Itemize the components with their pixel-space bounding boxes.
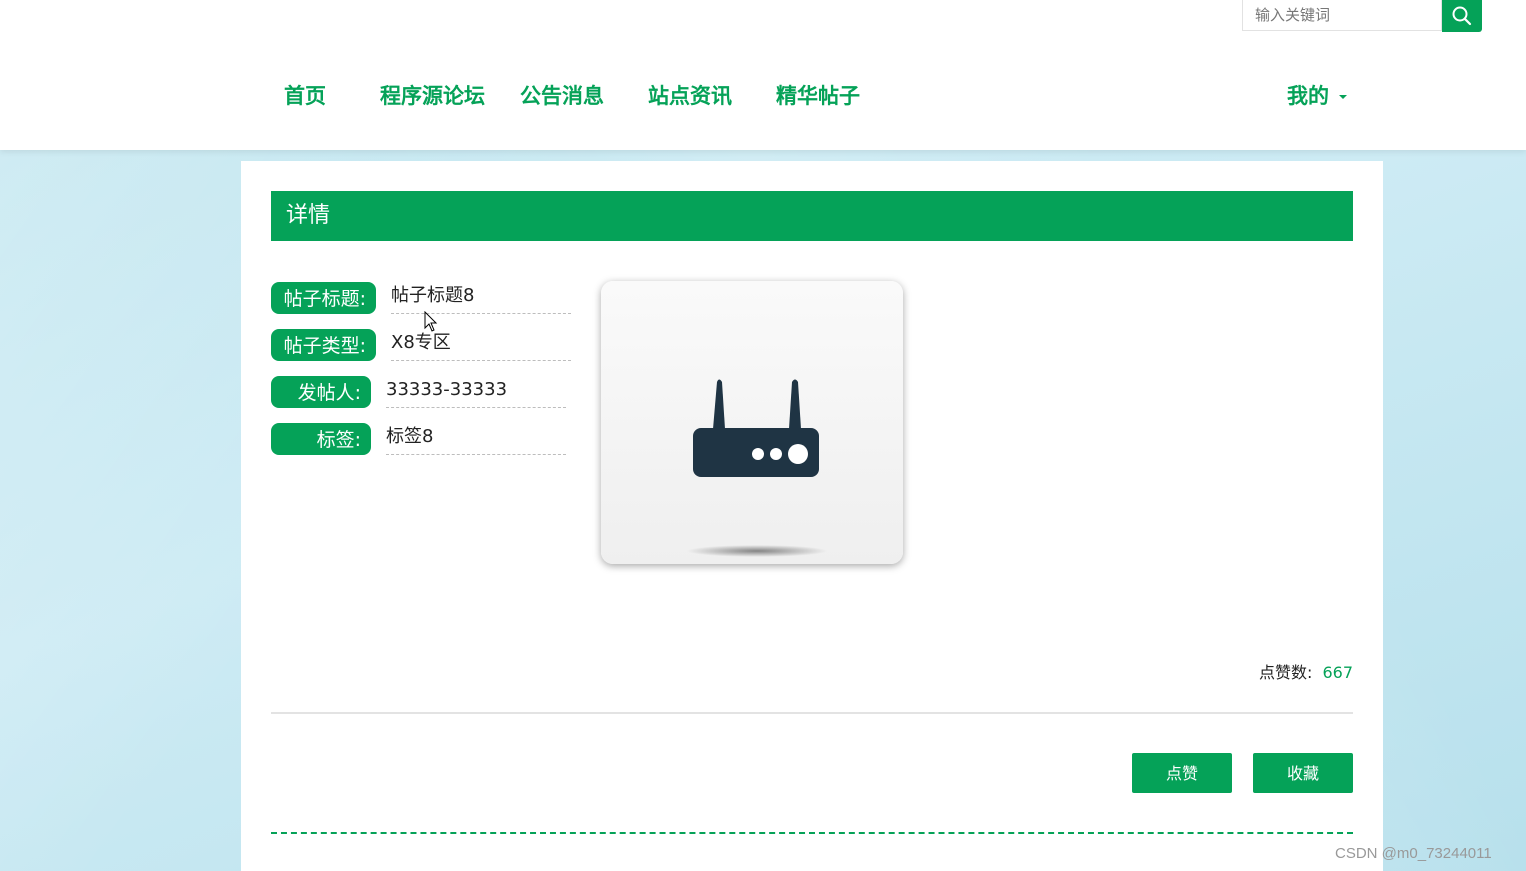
mouse-cursor-icon (424, 311, 438, 332)
search-input[interactable] (1242, 0, 1442, 31)
nav-site-news[interactable]: 站点资讯 (648, 80, 732, 110)
search-icon (1452, 6, 1472, 26)
caret-down-icon (1339, 95, 1347, 99)
post-image (601, 281, 903, 564)
user-menu[interactable]: 我的 (1287, 80, 1347, 110)
search-button[interactable] (1442, 0, 1482, 32)
field-value-tag: 标签8 (386, 423, 566, 455)
field-label-poster: 发帖人: (271, 376, 371, 408)
like-button[interactable]: 点赞 (1132, 753, 1232, 793)
nav-featured-posts[interactable]: 精华帖子 (776, 80, 860, 110)
watermark: CSDN @m0_73244011 (1335, 845, 1492, 862)
field-label-type: 帖子类型: (271, 329, 376, 361)
like-count-label: 点赞数: (1259, 663, 1313, 682)
top-header: 首页 程序源论坛 公告消息 站点资讯 精华帖子 我的 (0, 0, 1526, 150)
field-label-title: 帖子标题: (271, 282, 376, 314)
detail-heading: 详情 (271, 191, 1353, 241)
field-value-type: X8专区 (391, 329, 571, 361)
divider (271, 712, 1353, 714)
nav-announcements[interactable]: 公告消息 (520, 80, 604, 110)
favorite-button[interactable]: 收藏 (1253, 753, 1353, 793)
field-value-poster: 33333-33333 (386, 376, 566, 408)
user-menu-label: 我的 (1287, 84, 1329, 108)
field-label-tag: 标签: (271, 423, 371, 455)
nav-home[interactable]: 首页 (284, 80, 326, 110)
field-value-title: 帖子标题8 (391, 282, 571, 314)
nav-forum[interactable]: 程序源论坛 (380, 80, 485, 110)
detail-card: 详情 帖子标题: 帖子标题8 帖子类型: X8专区 发帖人: 33333-333… (241, 161, 1383, 871)
dashed-divider (271, 832, 1353, 834)
router-icon (687, 379, 827, 557)
like-count-value: 667 (1322, 663, 1353, 682)
like-count: 点赞数: 667 (1259, 659, 1353, 683)
